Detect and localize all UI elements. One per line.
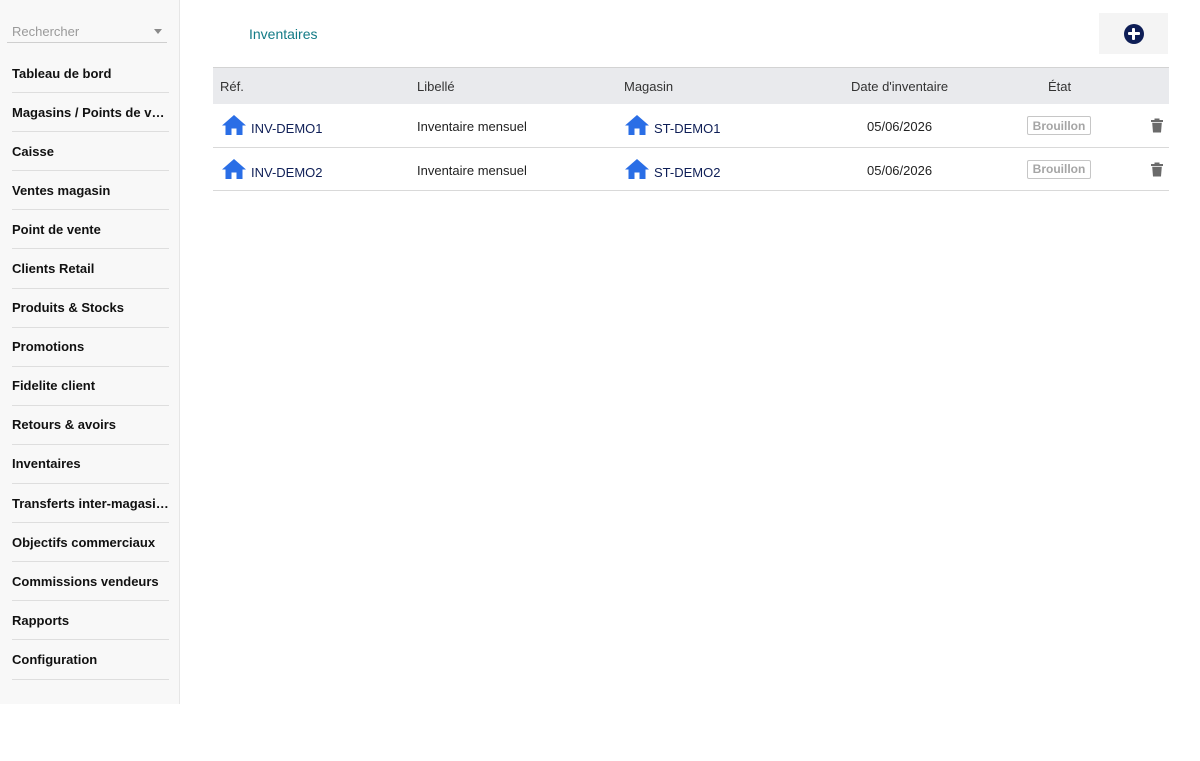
- date-cell: 05/06/2026: [867, 162, 933, 178]
- column-header-label[interactable]: Libellé: [417, 79, 455, 94]
- sidebar-item-produits-stocks[interactable]: Produits & Stocks: [12, 289, 169, 328]
- sidebar-item-label: Promotions: [12, 339, 85, 355]
- home-icon: [625, 115, 649, 135]
- sidebar: Tableau de bord Magasins / Points de ven…: [0, 0, 180, 704]
- sidebar-item-label: Commissions vendeurs: [12, 573, 159, 589]
- home-icon: [625, 158, 649, 179]
- store-text[interactable]: ST-DEMO2: [654, 165, 720, 180]
- ref-text[interactable]: INV-DEMO1: [251, 122, 323, 136]
- label-cell: Inventaire mensuel: [417, 119, 527, 134]
- store-text[interactable]: ST-DEMO1: [654, 122, 720, 136]
- plus-circle-icon: [1123, 23, 1144, 44]
- sidebar-item-magasins[interactable]: Magasins / Points de vente: [12, 93, 169, 133]
- ref-text[interactable]: INV-DEMO2: [251, 165, 323, 180]
- home-icon: [222, 158, 246, 179]
- inventory-table: Réf. Libellé Magasin Date d'inventaire É…: [213, 67, 1169, 191]
- sidebar-item-label: Point de vente: [12, 221, 101, 237]
- sidebar-item-rapports[interactable]: Rapports: [12, 601, 169, 641]
- store-link[interactable]: ST-DEMO2: [624, 158, 720, 180]
- search-box[interactable]: [7, 19, 167, 43]
- add-button[interactable]: [1099, 13, 1168, 54]
- sidebar-item-inventaires[interactable]: Inventaires: [12, 445, 169, 485]
- column-header-ref[interactable]: Réf.: [220, 79, 244, 94]
- sidebar-item-label: Caisse: [12, 143, 54, 159]
- trash-icon[interactable]: [1150, 162, 1164, 177]
- ref-link[interactable]: INV-DEMO1: [221, 114, 323, 136]
- search-input[interactable]: [12, 23, 147, 39]
- sidebar-item-label: Objectifs commerciaux: [12, 534, 156, 550]
- main-content: Inventaires Réf. Libellé Magasin Date d'…: [181, 0, 1200, 704]
- chevron-down-icon[interactable]: [154, 29, 162, 34]
- table-row[interactable]: INV-DEMO1 Inventaire mensuel ST-DEMO1 05…: [213, 104, 1169, 148]
- sidebar-item-label: Transferts inter-magasins: [12, 495, 169, 511]
- label-cell: Inventaire mensuel: [417, 162, 527, 178]
- page-title: Inventaires: [249, 26, 318, 42]
- sidebar-item-ventes-magasin[interactable]: Ventes magasin: [12, 171, 169, 211]
- sidebar-item-objectifs[interactable]: Objectifs commerciaux: [12, 523, 169, 563]
- table-header: Réf. Libellé Magasin Date d'inventaire É…: [213, 67, 1169, 104]
- status-badge: Brouillon: [1027, 116, 1091, 135]
- sidebar-item-label: Retours & avoirs: [12, 417, 117, 433]
- column-header-date[interactable]: Date d'inventaire: [851, 79, 948, 94]
- trash-icon[interactable]: [1150, 118, 1164, 133]
- table-row[interactable]: INV-DEMO2 Inventaire mensuel ST-DEMO2 05…: [213, 148, 1169, 191]
- sidebar-item-fidelite-client[interactable]: Fidelite client: [12, 367, 169, 406]
- store-link[interactable]: ST-DEMO1: [624, 114, 720, 136]
- sidebar-item-transferts[interactable]: Transferts inter-magasins: [12, 484, 169, 524]
- status-badge: Brouillon: [1027, 159, 1091, 179]
- sidebar-item-label: Inventaires: [12, 456, 81, 472]
- sidebar-item-caisse[interactable]: Caisse: [12, 132, 169, 172]
- date-cell: 05/06/2026: [867, 119, 933, 134]
- sidebar-menu: Tableau de bord Magasins / Points de ven…: [0, 54, 180, 680]
- sidebar-item-label: Rapports: [12, 612, 70, 628]
- sidebar-item-label: Magasins / Points de vente: [12, 104, 169, 120]
- sidebar-item-configuration[interactable]: Configuration: [12, 640, 169, 680]
- sidebar-item-label: Clients Retail: [12, 261, 95, 277]
- sidebar-item-tableau-de-bord[interactable]: Tableau de bord: [12, 54, 169, 94]
- sidebar-item-point-de-vente[interactable]: Point de vente: [12, 210, 169, 250]
- sidebar-item-label: Ventes magasin: [12, 182, 111, 198]
- sidebar-item-commissions[interactable]: Commissions vendeurs: [12, 562, 169, 602]
- sidebar-item-label: Configuration: [12, 651, 98, 667]
- home-icon: [222, 115, 246, 135]
- column-header-store[interactable]: Magasin: [624, 79, 673, 94]
- sidebar-item-label: Fidelite client: [12, 378, 96, 394]
- sidebar-item-promotions[interactable]: Promotions: [12, 328, 169, 367]
- sidebar-item-label: Tableau de bord: [12, 65, 112, 81]
- sidebar-item-retours-avoirs[interactable]: Retours & avoirs: [12, 406, 169, 445]
- column-header-state[interactable]: État: [1048, 79, 1071, 94]
- ref-link[interactable]: INV-DEMO2: [221, 158, 323, 180]
- sidebar-item-label: Produits & Stocks: [12, 300, 124, 316]
- sidebar-item-clients-retail[interactable]: Clients Retail: [12, 249, 169, 289]
